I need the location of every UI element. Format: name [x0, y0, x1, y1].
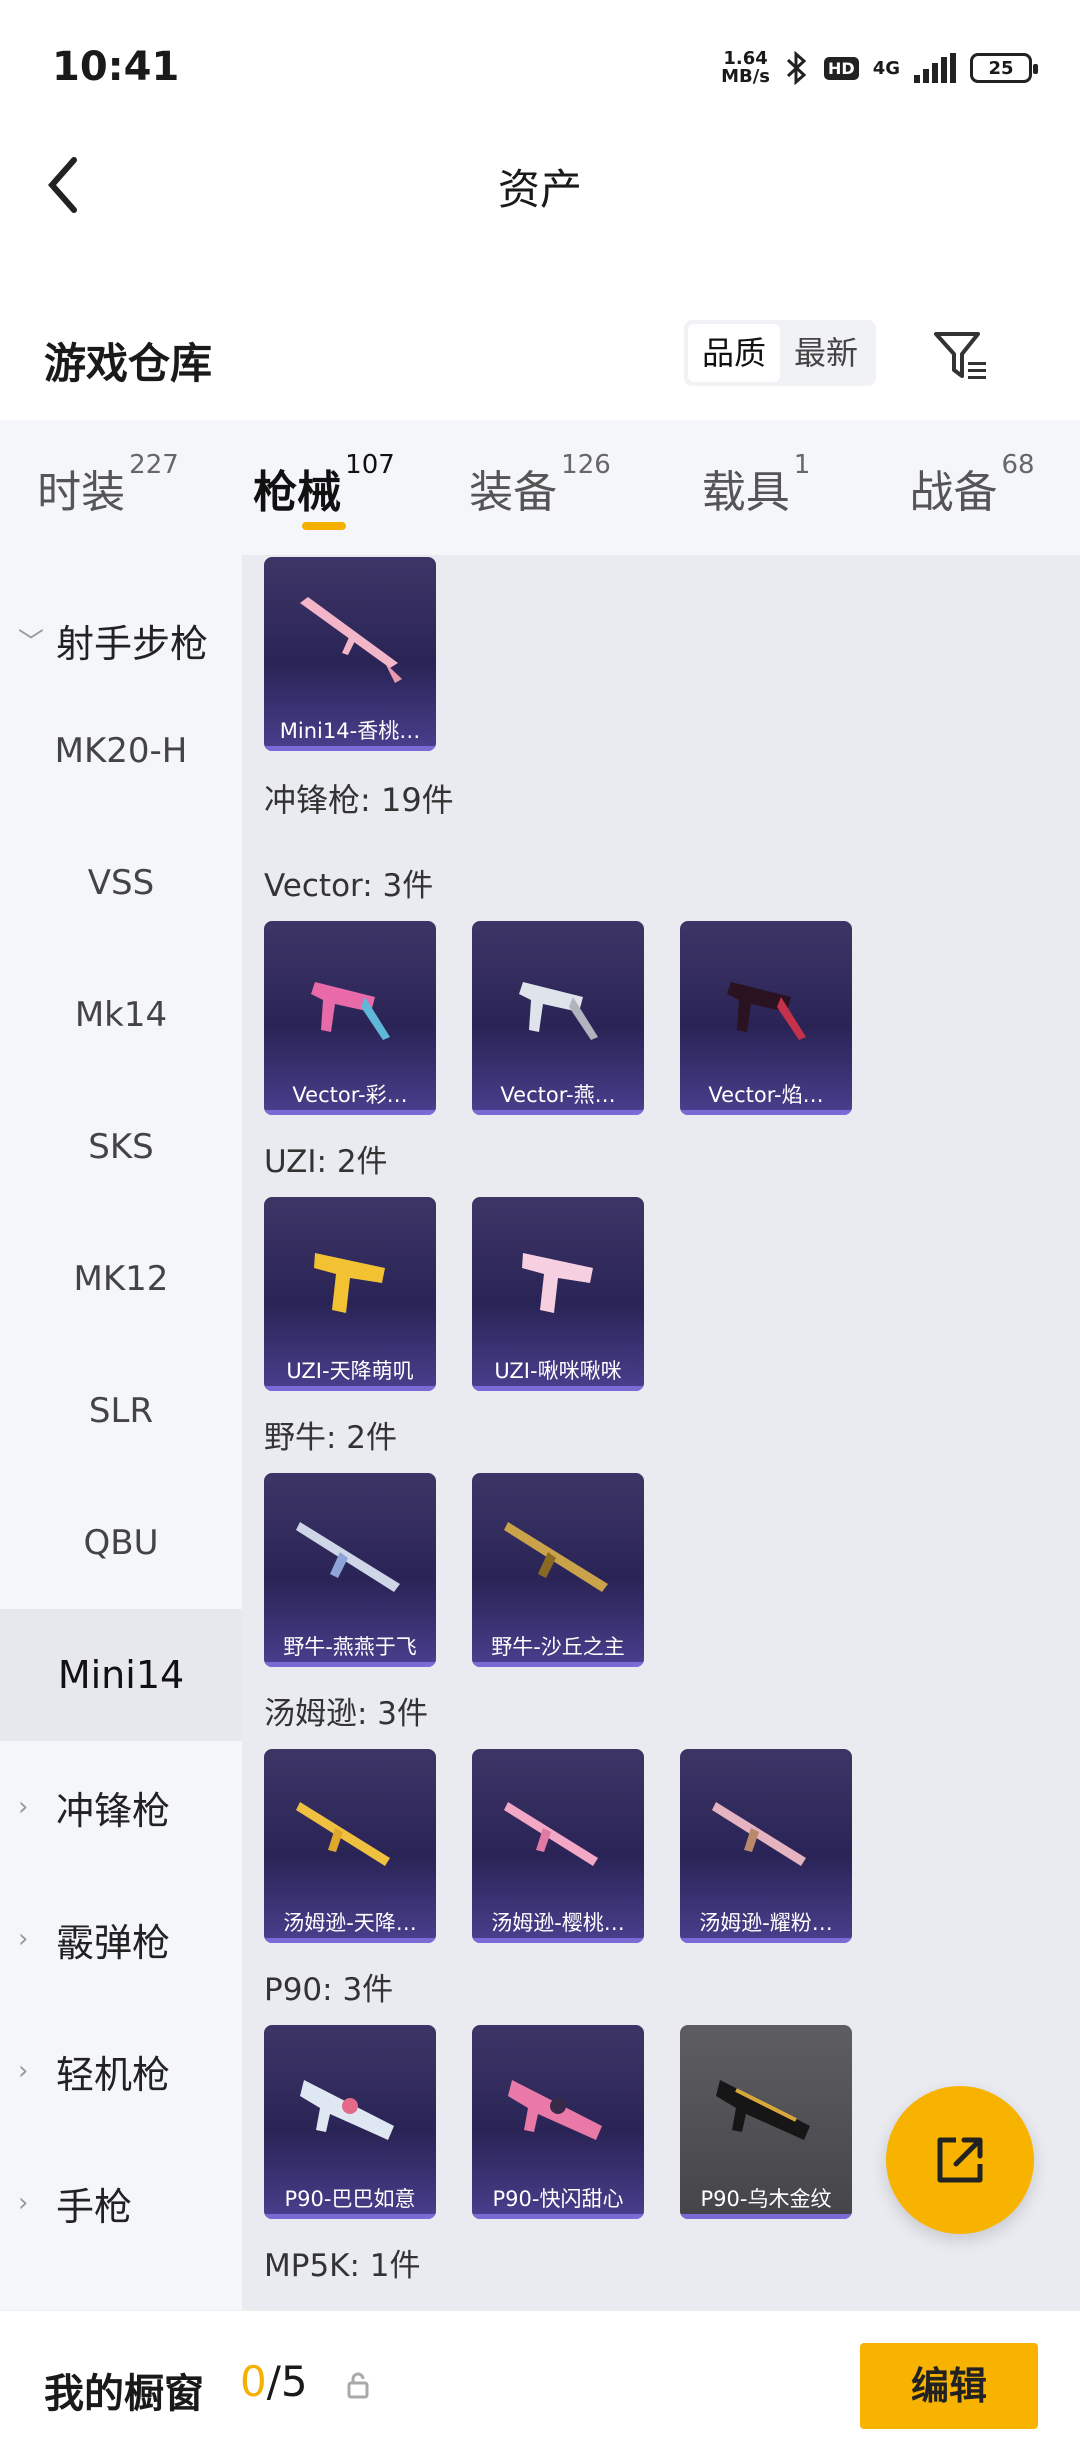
section-title-uzi: UZI: 2件 — [264, 1144, 388, 1180]
sort-toggle: 品质 最新 — [684, 320, 877, 386]
tab-supplies[interactable]: 战备68 — [864, 420, 1080, 555]
rifle-icon — [300, 597, 402, 684]
item-card[interactable]: 汤姆逊-樱桃… — [472, 1749, 644, 1943]
status-icons: 1.64 MB/s HD 4G 25 — [721, 44, 1038, 92]
chevron-right-icon: › — [18, 1792, 29, 1822]
status-bar: 10:41 1.64 MB/s HD 4G 25 — [0, 0, 1080, 140]
section-title-bizon: 野牛: 2件 — [264, 1420, 398, 1456]
sidebar-group-marksman[interactable]: ﹀ 射手步枪 — [0, 595, 242, 685]
smg-icon — [311, 982, 390, 1041]
sidebar-item-sks[interactable]: SKS — [0, 1081, 242, 1213]
share-button[interactable] — [886, 2086, 1034, 2234]
chevron-right-icon: › — [18, 2056, 29, 2086]
item-card[interactable]: 野牛-沙丘之主 — [472, 1473, 644, 1667]
signal-icon — [914, 53, 956, 83]
item-card[interactable]: P90-巴巴如意 — [264, 2025, 436, 2219]
rifle-icon — [296, 1522, 400, 1593]
section-title-thompson: 汤姆逊: 3件 — [264, 1696, 429, 1732]
net-speed: 1.64 MB/s — [721, 48, 771, 87]
smg-icon — [519, 982, 598, 1041]
sidebar-item-mk14[interactable]: Mk14 — [0, 949, 242, 1081]
bizon-grid: 野牛-燕燕于飞 野牛-沙丘之主 — [242, 1473, 1080, 1667]
showcase-title: 我的橱窗 — [44, 2371, 204, 2417]
section-title-mp5k: MP5K: 1件 — [264, 2248, 421, 2284]
battery-icon: 25 — [970, 53, 1038, 83]
item-card[interactable]: 汤姆逊-天降… — [264, 1749, 436, 1943]
rifle-icon — [504, 1802, 598, 1867]
vector-grid: Vector-彩… Vector-燕… Vector-焰… — [242, 921, 1080, 1115]
pistol-icon — [522, 1253, 593, 1314]
edit-button[interactable]: 编辑 — [860, 2343, 1038, 2429]
sort-quality-button[interactable]: 品质 — [688, 324, 781, 382]
sidebar-item-mk12[interactable]: MK12 — [0, 1213, 242, 1345]
sidebar-group-lmg[interactable]: › 轻机枪 — [0, 2005, 242, 2137]
thompson-grid: 汤姆逊-天降… 汤姆逊-樱桃… 汤姆逊-耀粉… — [242, 1749, 1080, 1943]
tab-guns[interactable]: 枪械107 — [216, 420, 432, 555]
item-card[interactable]: Vector-燕… — [472, 921, 644, 1115]
smg-icon — [716, 2080, 810, 2141]
item-card[interactable]: 野牛-燕燕于飞 — [264, 1473, 436, 1667]
section-title-vector: Vector: 3件 — [264, 868, 434, 904]
sidebar-item-qbu[interactable]: QBU — [0, 1477, 242, 1609]
rifle-icon — [504, 1522, 608, 1593]
item-card[interactable]: Vector-彩… — [264, 921, 436, 1115]
item-list: Mini14-香桃… 冲锋枪: 19件 Vector: 3件 Vector-彩…… — [242, 555, 1080, 2310]
sidebar-item-slr[interactable]: SLR — [0, 1345, 242, 1477]
status-time: 10:41 — [52, 44, 180, 90]
warehouse-row: 游戏仓库 品质 最新 — [0, 310, 1080, 400]
sidebar-group-smg[interactable]: › 冲锋枪 — [0, 1741, 242, 1873]
item-card[interactable]: P90-乌木金纹 — [680, 2025, 852, 2219]
chevron-right-icon: › — [18, 2188, 29, 2218]
sidebar-item-mini14[interactable]: Mini14 — [0, 1609, 242, 1741]
smg-icon — [508, 2080, 602, 2141]
rifle-icon — [296, 1802, 390, 1867]
sidebar-item-mk20h[interactable]: MK20-H — [0, 685, 242, 817]
smg-icon — [727, 982, 806, 1041]
item-card[interactable]: P90-快闪甜心 — [472, 2025, 644, 2219]
tab-vehicles[interactable]: 载具1 — [648, 420, 864, 555]
external-link-icon — [937, 2137, 983, 2183]
warehouse-title: 游戏仓库 — [44, 339, 213, 388]
item-card[interactable]: Vector-焰… — [680, 921, 852, 1115]
chevron-right-icon: › — [18, 1924, 29, 1954]
tab-equipment[interactable]: 装备126 — [432, 420, 648, 555]
active-tab-indicator — [302, 522, 346, 530]
sort-latest-button[interactable]: 最新 — [780, 324, 872, 382]
pistol-icon — [314, 1253, 385, 1314]
rifle-icon — [712, 1802, 806, 1867]
app-header: 资产 — [0, 130, 1080, 240]
page-title: 资产 — [497, 165, 582, 214]
bluetooth-icon — [786, 51, 807, 85]
smg-icon — [300, 2080, 394, 2141]
category-sidebar: ﹀ 射手步枪 MK20-H VSS Mk14 SKS MK12 SLR QBU M… — [0, 555, 242, 2310]
item-card[interactable]: UZI-啾咪啾咪 — [472, 1197, 644, 1391]
lock-icon — [347, 2372, 369, 2399]
section-header-smg: 冲锋枪: 19件 — [264, 781, 454, 819]
tab-fashion[interactable]: 时装227 — [0, 420, 216, 555]
item-card[interactable]: Mini14-香桃… — [264, 557, 436, 751]
category-tabs: 时装227 枪械107 装备126 载具1 战备68 — [0, 420, 1080, 555]
uzi-grid: UZI-天降萌叽 UZI-啾咪啾咪 — [242, 1197, 1080, 1391]
section-title-p90: P90: 3件 — [264, 1972, 394, 2008]
filter-icon[interactable] — [930, 326, 990, 386]
showcase-count: 0/5 — [240, 2357, 308, 2406]
sidebar-group-pistol[interactable]: › 手枪 — [0, 2137, 242, 2269]
mini14-grid: Mini14-香桃… — [242, 557, 1080, 751]
hd-badge: HD — [824, 56, 859, 80]
network-type: 4G — [872, 57, 900, 79]
item-card[interactable]: 汤姆逊-耀粉… — [680, 1749, 852, 1943]
sidebar-group-shotgun[interactable]: › 霰弹枪 — [0, 1873, 242, 2005]
sidebar-item-vss[interactable]: VSS — [0, 817, 242, 949]
chevron-down-icon: ﹀ — [18, 627, 45, 658]
showcase-bar: 我的橱窗 0/5 编辑 — [0, 2310, 1080, 2460]
item-card[interactable]: UZI-天降萌叽 — [264, 1197, 436, 1391]
